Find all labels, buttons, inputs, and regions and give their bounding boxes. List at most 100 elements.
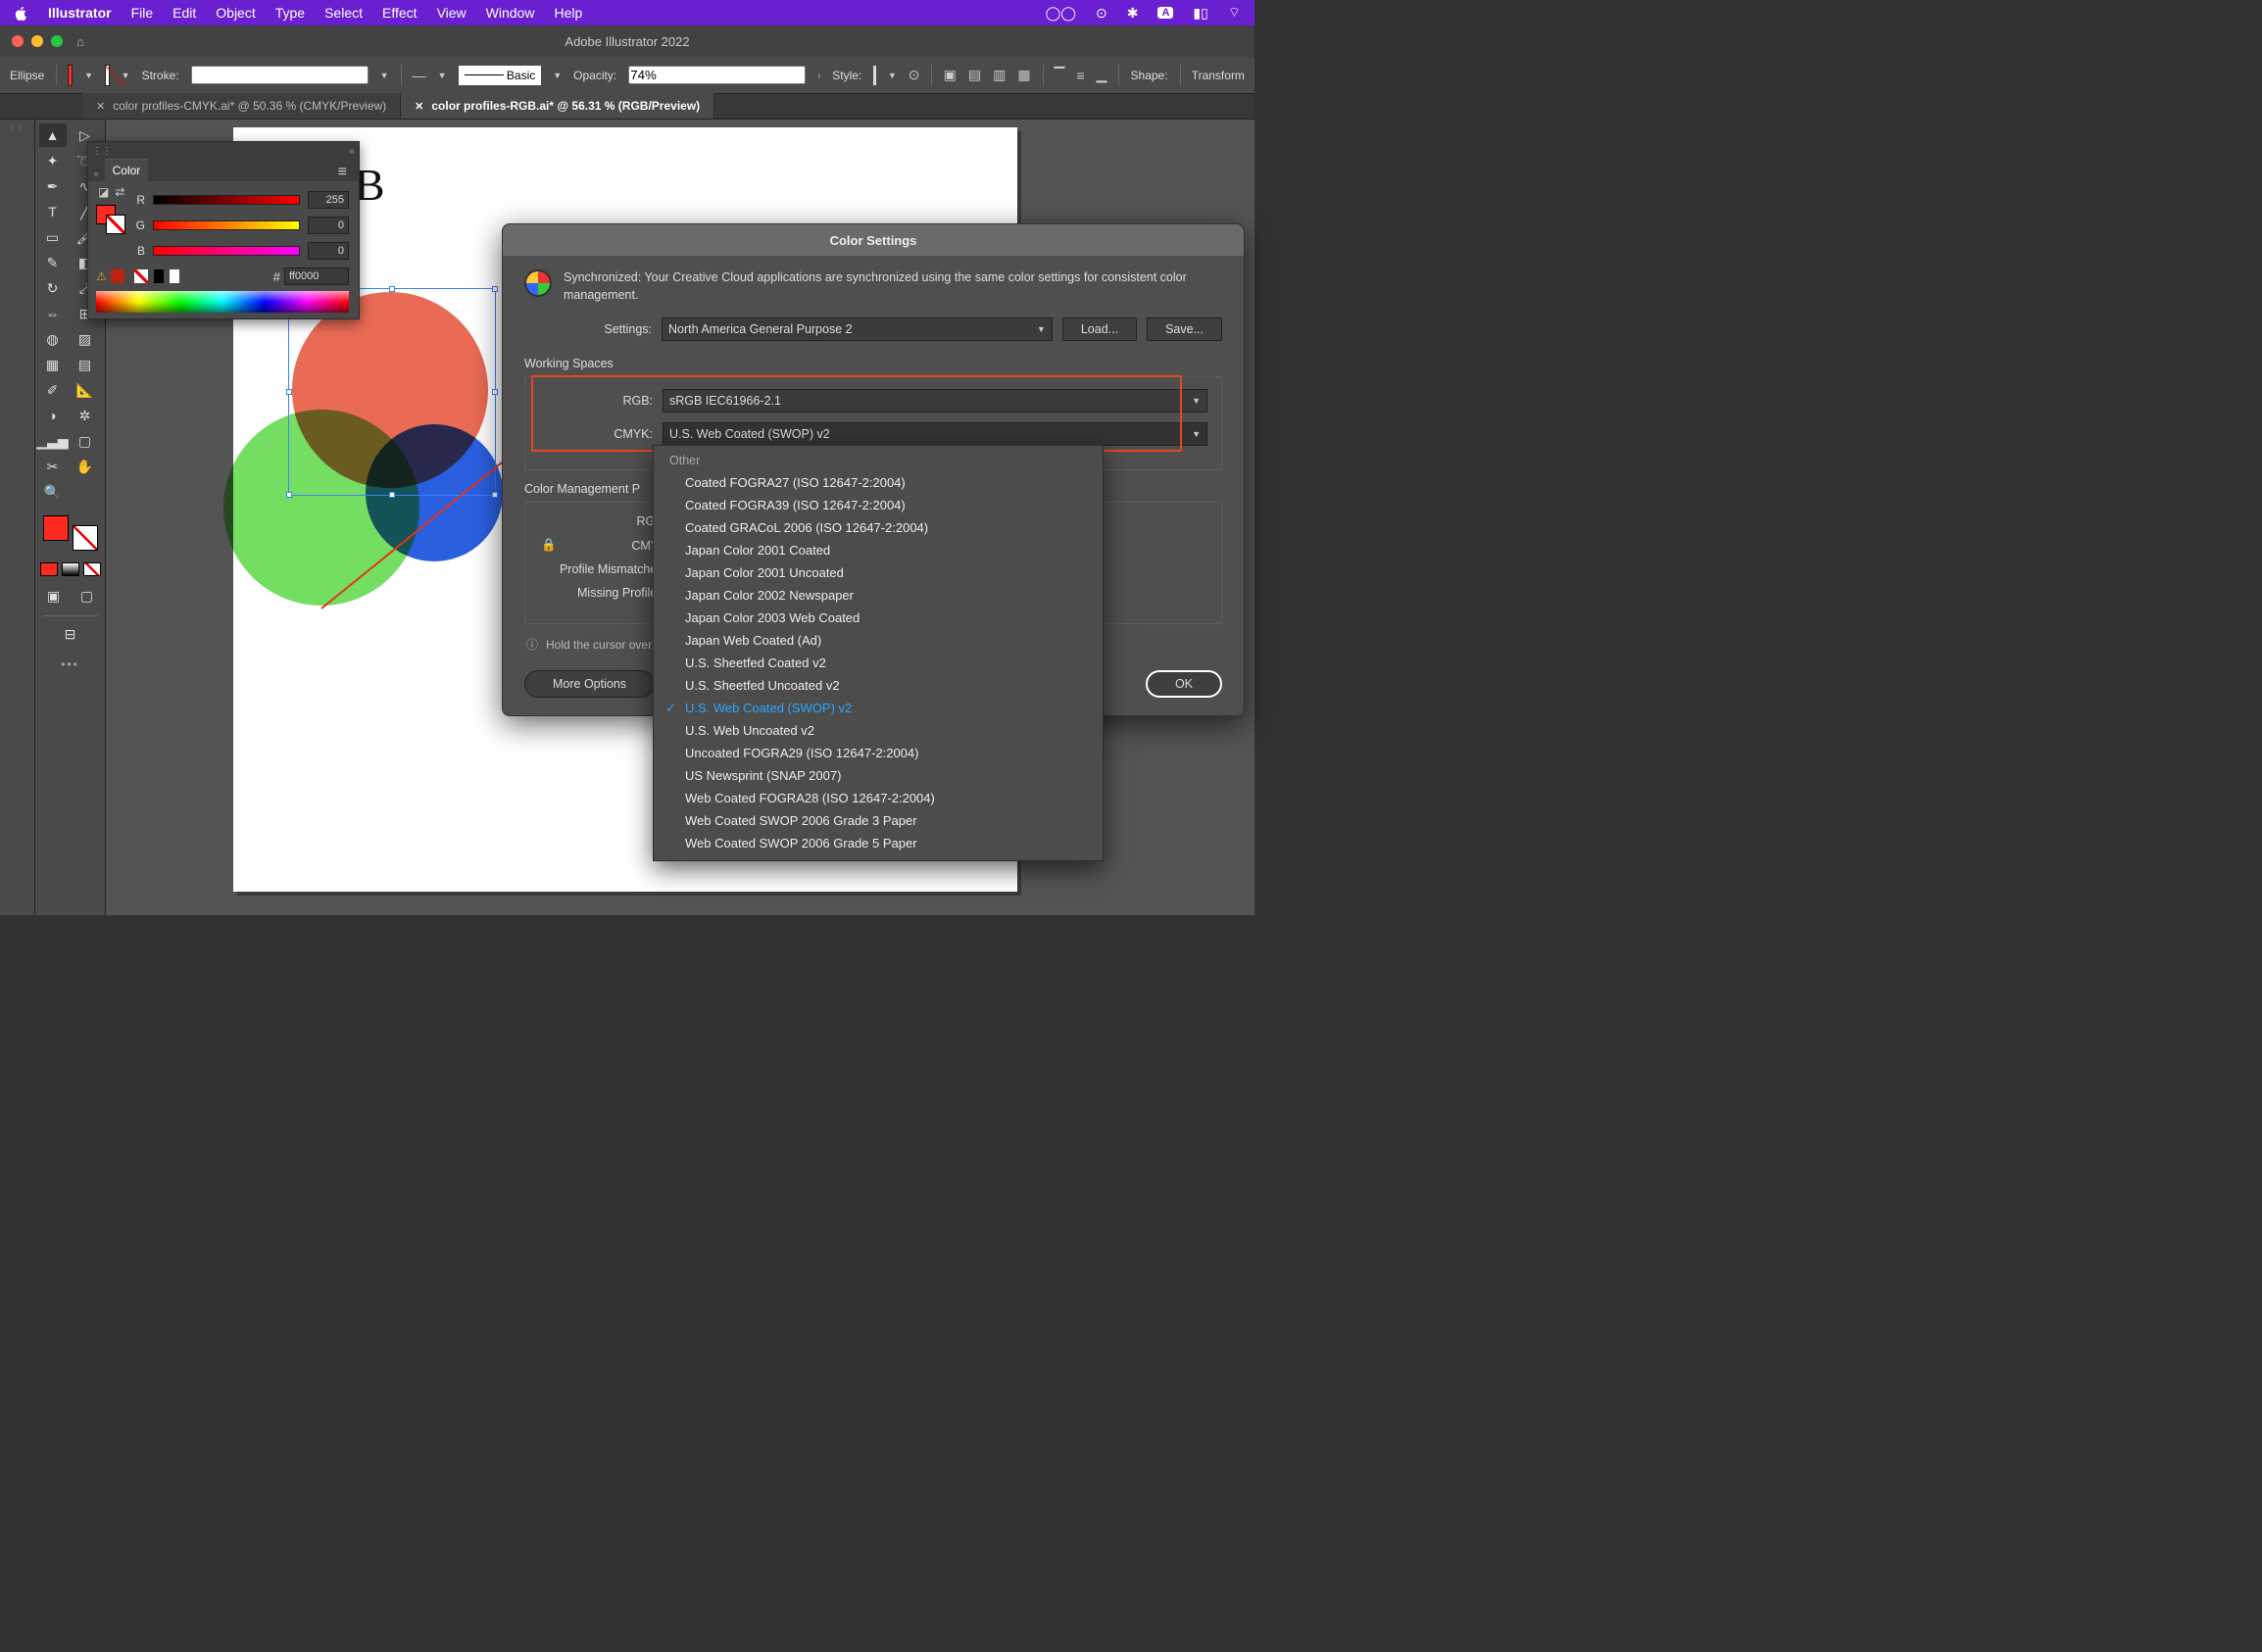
panel-menu-icon[interactable]: ≡ (338, 164, 353, 181)
color-mode-none[interactable] (83, 562, 101, 576)
close-window-button[interactable] (12, 35, 24, 47)
home-icon[interactable]: ⌂ (76, 34, 84, 49)
stroke-color-indicator[interactable] (73, 525, 98, 551)
load-button[interactable]: Load... (1062, 317, 1137, 341)
graphic-style-swatch[interactable] (873, 66, 876, 85)
screen-mode-full[interactable]: ▢ (74, 584, 101, 607)
dropdown-option[interactable]: Web Coated FOGRA28 (ISO 12647-2:2004) (654, 787, 1103, 809)
type-tool[interactable]: T (39, 200, 67, 223)
measure-tool[interactable]: 📐 (72, 378, 99, 402)
menu-select[interactable]: Select (324, 5, 363, 21)
fill-dropdown-caret[interactable]: ▼ (84, 71, 93, 80)
b-slider[interactable] (153, 246, 300, 256)
settings-dropdown[interactable]: North America General Purpose 2 ▼ (662, 317, 1053, 341)
menu-file[interactable]: File (131, 5, 154, 21)
dropdown-option[interactable]: U.S. Sheetfed Coated v2 (654, 652, 1103, 674)
align-center-icon[interactable]: ▥ (993, 65, 1006, 86)
dropdown-option[interactable]: Japan Web Coated (Ad) (654, 629, 1103, 652)
r-slider[interactable] (153, 195, 300, 205)
zoom-window-button[interactable] (51, 35, 63, 47)
menu-object[interactable]: Object (216, 5, 255, 21)
varwidth-caret[interactable]: ▼ (438, 71, 447, 80)
align-vcenter-icon[interactable]: ≡ (1076, 65, 1084, 86)
fill-swatch[interactable] (68, 65, 73, 86)
column-graph-tool[interactable]: ▁▃▅ (39, 429, 67, 453)
menu-view[interactable]: View (437, 5, 467, 21)
menu-type[interactable]: Type (275, 5, 305, 21)
symbol-sprayer-tool[interactable]: ✲ (72, 404, 99, 427)
dropdown-option[interactable]: U.S. Sheetfed Uncoated v2 (654, 674, 1103, 697)
doc-setup-icon[interactable]: ⊙ (909, 67, 920, 83)
edit-toolbar-icon[interactable]: ⊟ (57, 622, 84, 646)
panel-grip-icon[interactable]: ⋮⋮ (3, 123, 32, 131)
fill-proxy-icon[interactable]: ◪ (98, 185, 109, 199)
brush-definition[interactable]: Basic (459, 66, 542, 85)
align-top-icon[interactable]: ▔ (1055, 65, 1065, 86)
dropdown-option[interactable]: U.S. Web Coated (SWOP) v2 (654, 697, 1103, 719)
rotate-tool[interactable]: ↻ (39, 276, 67, 300)
shape-builder-tool[interactable]: ◍ (39, 327, 67, 351)
fill-color-indicator[interactable] (43, 515, 69, 541)
zoom-tool[interactable]: 🔍 (39, 480, 67, 504)
perspective-tool[interactable]: ▨ (72, 327, 99, 351)
menu-edit[interactable]: Edit (172, 5, 196, 21)
panel-stroke-swatch[interactable] (106, 215, 125, 234)
bluetooth-icon[interactable]: ✱ (1127, 5, 1139, 22)
artboard-tool[interactable]: ▢ (72, 429, 99, 453)
shaper-tool[interactable]: ✎ (39, 251, 67, 274)
screen-mode-normal[interactable]: ▣ (40, 584, 68, 607)
rectangle-tool[interactable]: ▭ (39, 225, 67, 249)
stroke-width-caret[interactable]: ▼ (380, 71, 389, 80)
dropdown-option[interactable]: Coated FOGRA27 (ISO 12647-2:2004) (654, 471, 1103, 494)
none-swatch[interactable] (134, 269, 148, 283)
color-panel-tab[interactable]: Color (105, 159, 149, 181)
menu-window[interactable]: Window (486, 5, 535, 21)
dropdown-option[interactable]: Japan Color 2001 Uncoated (654, 561, 1103, 584)
stroke-swatch-none[interactable] (105, 65, 110, 86)
dropdown-option[interactable]: Web Coated SWOP 2006 Grade 3 Paper (654, 809, 1103, 832)
align-bottom-icon[interactable]: ▁ (1097, 65, 1107, 86)
variable-width-icon[interactable]: — (413, 65, 426, 86)
white-swatch[interactable] (170, 269, 179, 283)
g-slider[interactable] (153, 220, 300, 230)
mesh-tool[interactable]: ▦ (39, 353, 67, 376)
dropdown-option[interactable]: Coated FOGRA39 (ISO 12647-2:2004) (654, 494, 1103, 516)
hand-tool[interactable]: ✋ (72, 455, 99, 478)
fill-stroke-indicator[interactable] (41, 513, 100, 553)
pen-tool[interactable]: ✒ (39, 174, 67, 198)
isolate-icon[interactable]: ▣ (944, 65, 957, 86)
black-swatch[interactable] (154, 269, 164, 283)
g-value-input[interactable] (308, 217, 349, 234)
dropdown-option[interactable]: Japan Color 2002 Newspaper (654, 584, 1103, 607)
keyboard-icon[interactable]: A (1157, 7, 1173, 19)
stroke-width-input[interactable] (191, 66, 369, 84)
color-mode-gradient[interactable] (62, 562, 79, 576)
save-button[interactable]: Save... (1147, 317, 1222, 341)
tab-rgb-doc[interactable]: ✕ color profiles-RGB.ai* @ 56.31 % (RGB/… (401, 93, 714, 119)
dropdown-option[interactable]: Uncoated FOGRA29 (ISO 12647-2:2004) (654, 742, 1103, 764)
battery-icon[interactable]: ▮▯ (1193, 5, 1207, 22)
out-of-gamut-icon[interactable]: ⚠ (96, 269, 124, 283)
dropdown-option[interactable]: Coated GRACoL 2006 (ISO 12647-2:2004) (654, 516, 1103, 539)
transform-label[interactable]: Transform (1192, 69, 1245, 82)
close-tab-icon[interactable]: ✕ (415, 100, 423, 113)
gradient-tool[interactable]: ▤ (72, 353, 99, 376)
app-name[interactable]: Illustrator (48, 5, 112, 21)
cmyk-working-space-dropdown[interactable]: U.S. Web Coated (SWOP) v2 ▼ (663, 422, 1207, 446)
dropdown-option[interactable]: US Newsprint (SNAP 2007) (654, 764, 1103, 787)
swap-fill-stroke-icon[interactable]: ⇄ (115, 185, 124, 199)
dropdown-option[interactable]: Japan Color 2001 Coated (654, 539, 1103, 561)
panel-collapse-icon[interactable]: « (349, 146, 355, 157)
playback-icon[interactable]: ⊙ (1096, 5, 1107, 22)
minimize-window-button[interactable] (31, 35, 43, 47)
blend-tool[interactable]: ◑ (39, 404, 67, 427)
rgb-working-space-dropdown[interactable]: sRGB IEC61966-2.1 ▼ (663, 389, 1207, 413)
selection-tool[interactable]: ▲ (39, 123, 67, 147)
stroke-dropdown-caret[interactable]: ▼ (122, 71, 130, 80)
dropdown-option[interactable]: U.S. Web Uncoated v2 (654, 719, 1103, 742)
style-caret[interactable]: ▼ (888, 71, 897, 80)
ok-button[interactable]: OK (1146, 670, 1222, 698)
wifi-icon[interactable]: ⌔ (1228, 4, 1241, 22)
creative-cloud-icon[interactable]: ◯◯ (1046, 5, 1076, 22)
eyedropper-tool[interactable]: ✐ (39, 378, 67, 402)
